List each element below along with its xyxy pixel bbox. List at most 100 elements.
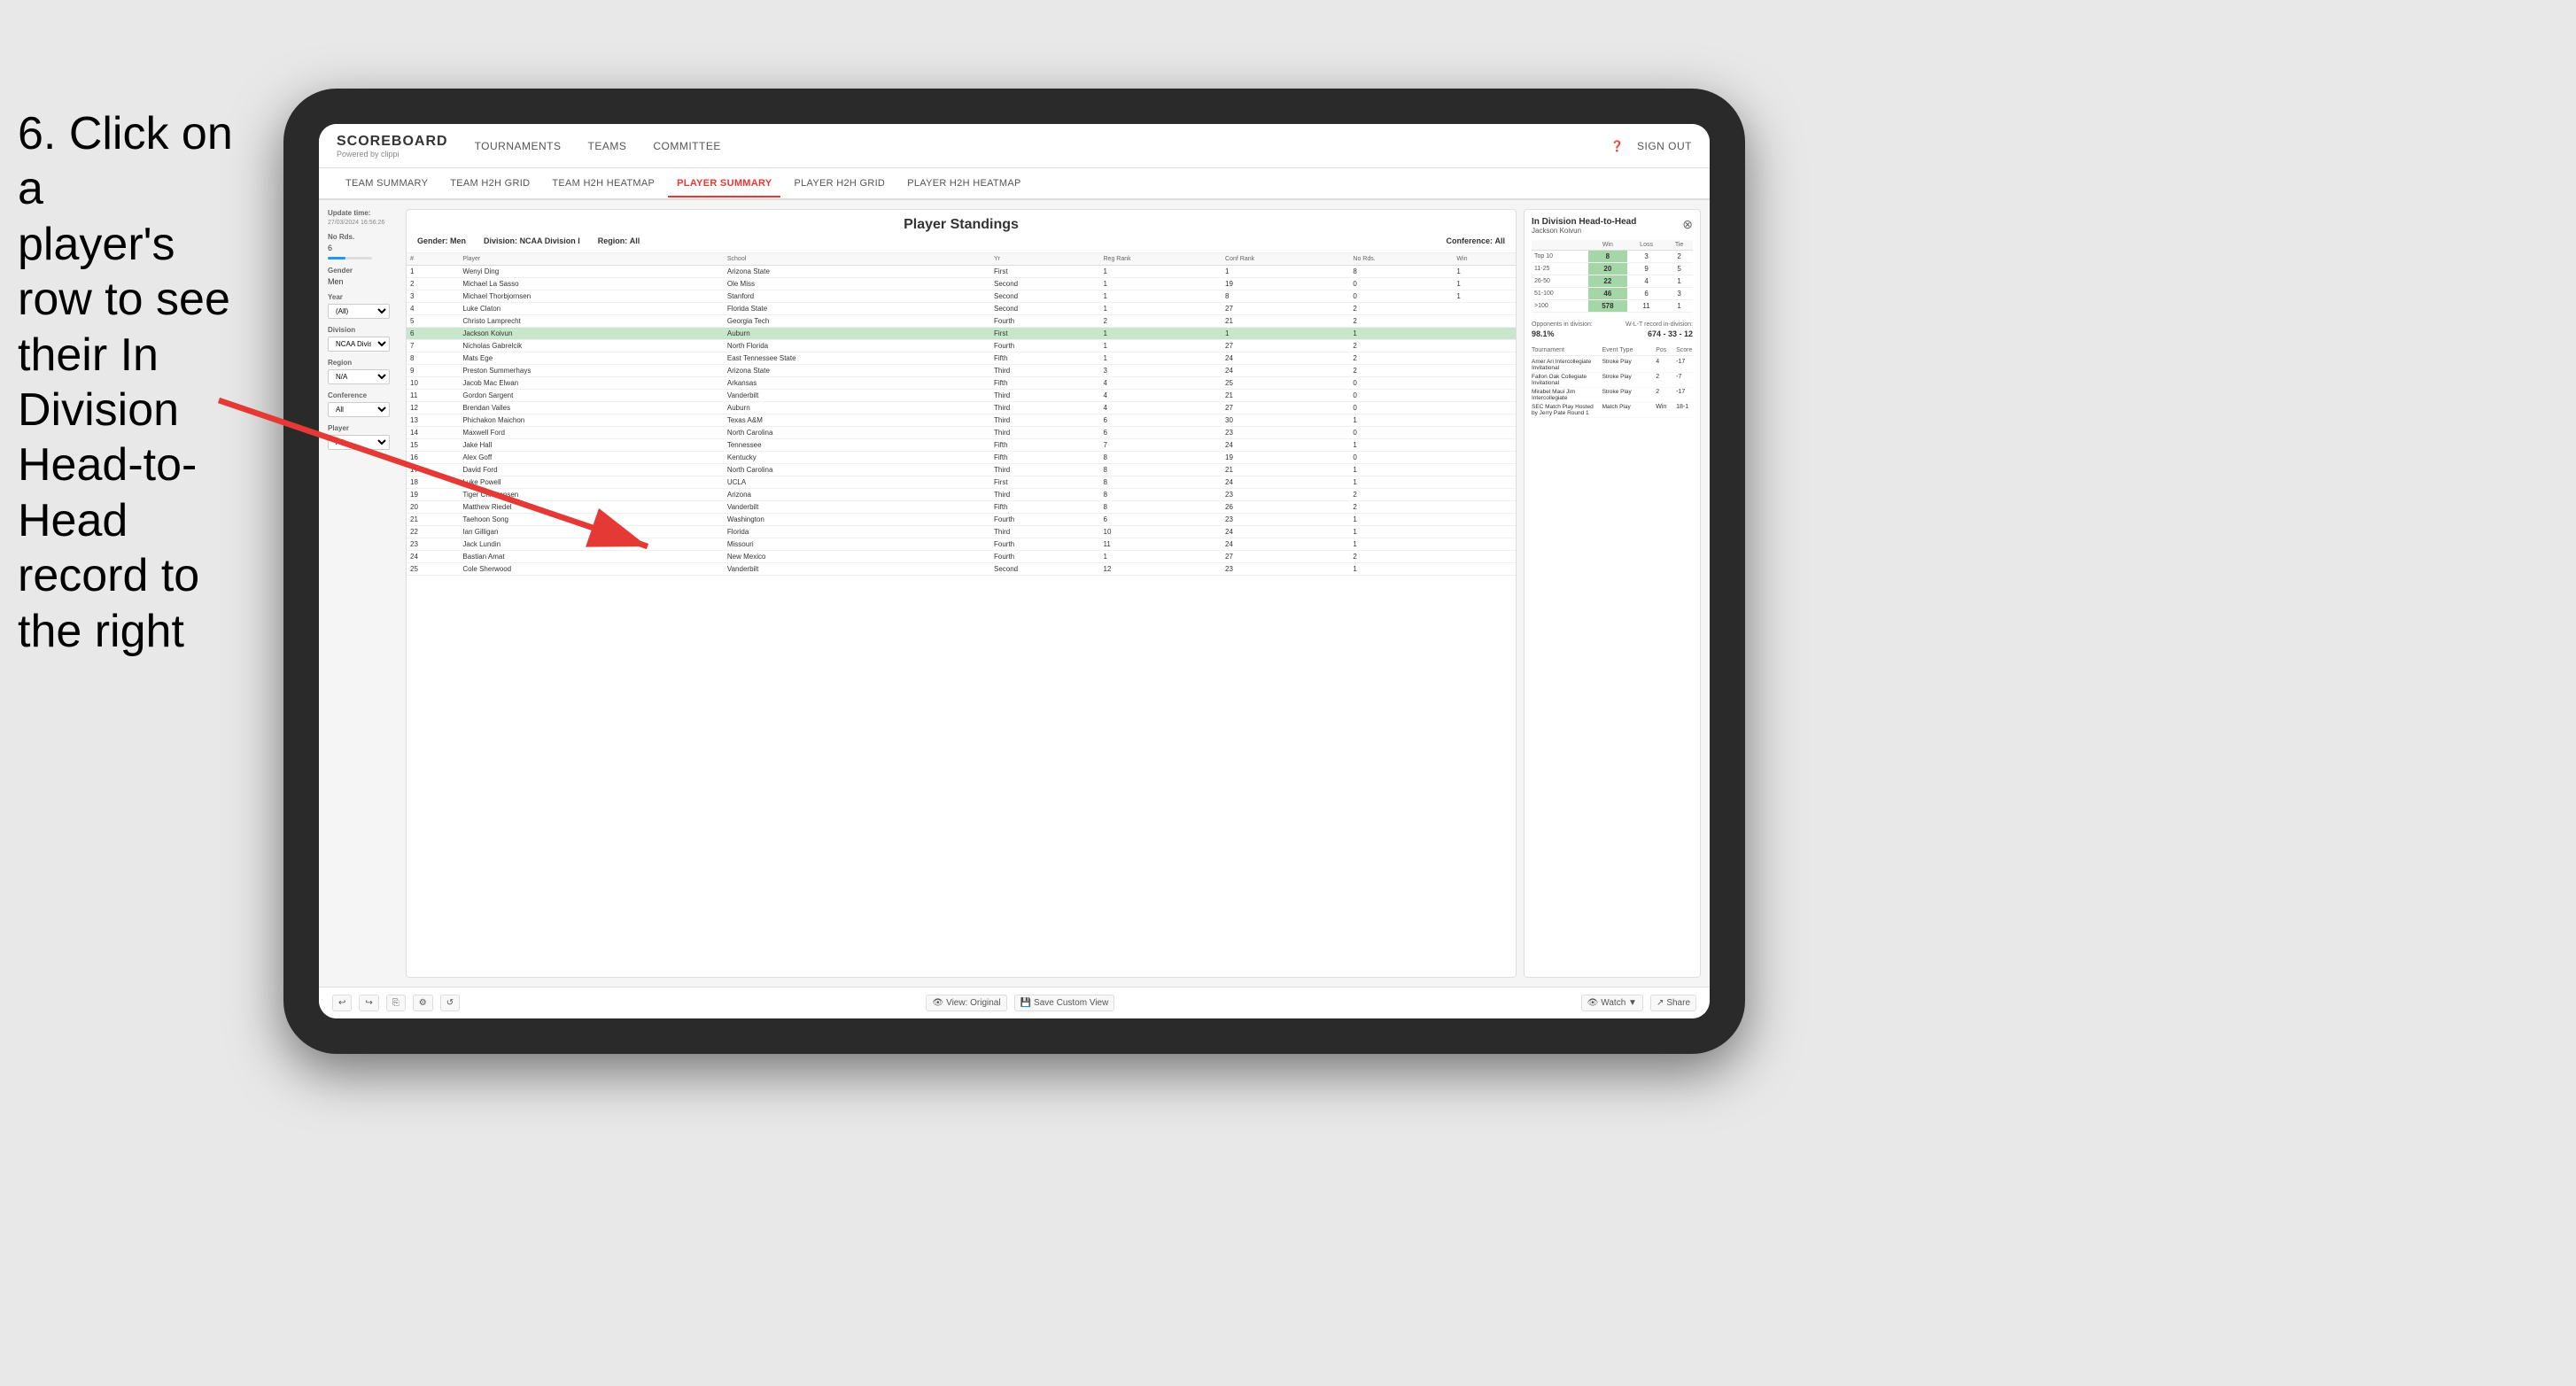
tab-player-summary[interactable]: PLAYER SUMMARY — [668, 171, 780, 197]
cell-num: 8 — [407, 352, 459, 365]
cell-reg: 3 — [1100, 365, 1222, 377]
cell-yr: Third — [990, 427, 1100, 439]
table-row[interactable]: 11 Gordon Sargent Vanderbilt Third 4 21 … — [407, 390, 1516, 402]
table-row[interactable]: 8 Mats Ege East Tennessee State Fifth 1 … — [407, 352, 1516, 365]
year-select[interactable]: (All) — [328, 304, 390, 319]
cell-yr: First — [990, 476, 1100, 489]
table-row[interactable]: 24 Bastian Amat New Mexico Fourth 1 27 2 — [407, 551, 1516, 563]
cell-school: Florida — [724, 526, 990, 538]
table-row[interactable]: 23 Jack Lundin Missouri Fourth 11 24 1 — [407, 538, 1516, 551]
tournament-name: Amer Ari Intercollegiate Invitational — [1532, 359, 1599, 371]
undo-button[interactable]: ↩ — [332, 995, 352, 1011]
cell-yr: Second — [990, 290, 1100, 303]
share-button[interactable]: ↗ Share — [1650, 995, 1696, 1011]
opponents-value: 98.1% — [1532, 329, 1555, 338]
cell-yr: Third — [990, 464, 1100, 476]
cell-rds: 1 — [1349, 526, 1453, 538]
table-row[interactable]: 25 Cole Sherwood Vanderbilt Second 12 23… — [407, 563, 1516, 576]
panel-header: In Division Head-to-Head Jackson Koivun … — [1532, 217, 1693, 235]
conference-select[interactable]: All — [328, 402, 390, 417]
cell-win — [1453, 402, 1516, 414]
table-row[interactable]: 10 Jacob Mac Elwan Arkansas Fifth 4 25 0 — [407, 377, 1516, 390]
table-row[interactable]: 12 Brendan Valles Auburn Third 4 27 0 — [407, 402, 1516, 414]
watch-button[interactable]: 👁 Watch ▼ — [1581, 995, 1643, 1011]
h2h-range: >100 — [1532, 300, 1588, 313]
table-row[interactable]: 2 Michael La Sasso Ole Miss Second 1 19 … — [407, 278, 1516, 290]
cell-rds: 1 — [1349, 464, 1453, 476]
cell-num: 3 — [407, 290, 459, 303]
cell-player: Gordon Sargent — [459, 390, 723, 402]
settings-button[interactable]: ⚙ — [413, 995, 433, 1011]
cell-win — [1453, 501, 1516, 514]
cell-school: Arizona State — [724, 365, 990, 377]
tab-player-h2h-grid[interactable]: PLAYER H2H GRID — [785, 171, 894, 196]
h2h-win: 578 — [1588, 300, 1627, 313]
cell-num: 17 — [407, 464, 459, 476]
tab-team-summary[interactable]: TEAM SUMMARY — [337, 171, 437, 196]
table-row[interactable]: 22 Ian Gilligan Florida Third 10 24 1 — [407, 526, 1516, 538]
table-row[interactable]: 5 Christo Lamprecht Georgia Tech Fourth … — [407, 315, 1516, 328]
conference-section: Conference All — [328, 391, 399, 417]
h2h-loss: 4 — [1627, 275, 1665, 288]
refresh-button[interactable]: ↺ — [440, 995, 460, 1011]
tab-team-h2h-grid[interactable]: TEAM H2H GRID — [441, 171, 539, 196]
score: -17 — [1676, 389, 1693, 401]
view-original-button[interactable]: 👁 View: Original — [926, 995, 1006, 1011]
h2h-row: >100 578 11 1 — [1532, 300, 1693, 313]
cell-player: Preston Summerhays — [459, 365, 723, 377]
cell-reg: 1 — [1100, 352, 1222, 365]
cell-player: Mats Ege — [459, 352, 723, 365]
table-row[interactable]: 13 Phichakon Maichon Texas A&M Third 6 3… — [407, 414, 1516, 427]
region-select[interactable]: N/A — [328, 369, 390, 384]
update-time-value: 27/03/2024 16:56:26 — [328, 220, 399, 226]
region-section: Region N/A — [328, 359, 399, 384]
cell-win — [1453, 526, 1516, 538]
table-row[interactable]: 17 David Ford North Carolina Third 8 21 … — [407, 464, 1516, 476]
table-row[interactable]: 16 Alex Goff Kentucky Fifth 8 19 0 — [407, 452, 1516, 464]
cell-school: Arizona — [724, 489, 990, 501]
table-row[interactable]: 3 Michael Thorbjornsen Stanford Second 1… — [407, 290, 1516, 303]
table-row[interactable]: 1 Wenyi Ding Arizona State First 1 1 8 1 — [407, 266, 1516, 278]
h2h-win: 46 — [1588, 288, 1627, 300]
cell-school: North Carolina — [724, 464, 990, 476]
cell-player: Matthew Riedel — [459, 501, 723, 514]
table-row[interactable]: 4 Luke Claton Florida State Second 1 27 … — [407, 303, 1516, 315]
standings-table-container[interactable]: # Player School Yr Reg Rank Conf Rank No… — [407, 253, 1516, 977]
cell-num: 2 — [407, 278, 459, 290]
division-select[interactable]: NCAA Division I — [328, 337, 390, 352]
save-custom-view-button[interactable]: 💾 Save Custom View — [1014, 995, 1115, 1011]
nav-tournaments[interactable]: TOURNAMENTS — [475, 136, 562, 157]
table-row[interactable]: 7 Nicholas Gabrelcik North Florida Fourt… — [407, 340, 1516, 352]
table-row[interactable]: 20 Matthew Riedel Vanderbilt Fifth 8 26 … — [407, 501, 1516, 514]
cell-win — [1453, 563, 1516, 576]
redo-button[interactable]: ↪ — [359, 995, 378, 1011]
nav-committee[interactable]: COMMITTEE — [653, 136, 721, 157]
table-row[interactable]: 19 Tiger Christensen Arizona Third 8 23 … — [407, 489, 1516, 501]
cell-reg: 1 — [1100, 551, 1222, 563]
cell-rds: 2 — [1349, 315, 1453, 328]
no-rds-section: No Rds. 6 — [328, 233, 399, 259]
cell-school: Arkansas — [724, 377, 990, 390]
no-rds-slider[interactable] — [328, 257, 399, 259]
cell-yr: Fourth — [990, 315, 1100, 328]
table-row[interactable]: 18 Luke Powell UCLA First 8 24 1 — [407, 476, 1516, 489]
sign-out-button[interactable]: Sign out — [1637, 136, 1692, 157]
tab-team-h2h-heatmap[interactable]: TEAM H2H HEATMAP — [543, 171, 663, 196]
cell-win: 1 — [1453, 278, 1516, 290]
table-row[interactable]: 9 Preston Summerhays Arizona State Third… — [407, 365, 1516, 377]
tab-player-h2h-heatmap[interactable]: PLAYER H2H HEATMAP — [898, 171, 1029, 196]
h2h-tie: 1 — [1665, 275, 1693, 288]
cell-player: Phichakon Maichon — [459, 414, 723, 427]
table-row[interactable]: 6 Jackson Koivun Auburn First 1 1 1 — [407, 328, 1516, 340]
copy-button[interactable]: ⎘ — [386, 995, 406, 1011]
close-button[interactable]: ⊗ — [1682, 217, 1693, 232]
nav-teams[interactable]: TEAMS — [588, 136, 627, 157]
table-row[interactable]: 21 Taehoon Song Washington Fourth 6 23 1 — [407, 514, 1516, 526]
player-label: Player — [328, 424, 399, 432]
h2h-range: 11-25 — [1532, 263, 1588, 275]
cell-conf: 27 — [1222, 551, 1349, 563]
tablet-frame: SCOREBOARD Powered by clippi TOURNAMENTS… — [283, 89, 1745, 1054]
table-row[interactable]: 14 Maxwell Ford North Carolina Third 6 2… — [407, 427, 1516, 439]
table-row[interactable]: 15 Jake Hall Tennessee Fifth 7 24 1 — [407, 439, 1516, 452]
player-select[interactable]: All — [328, 435, 390, 450]
